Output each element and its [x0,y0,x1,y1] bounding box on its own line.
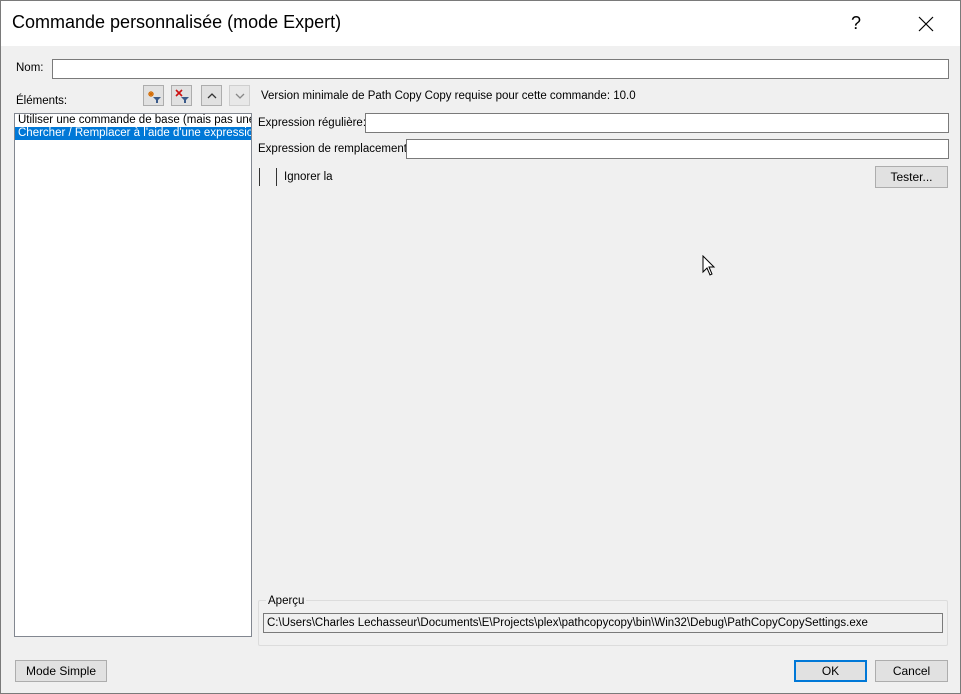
title-bar[interactable]: Commande personnalisée (mode Expert) ? [1,1,960,46]
ignore-case-label: Ignorer la [284,171,333,183]
simple-mode-label: Mode Simple [25,664,97,678]
regex-label: Expression régulière: [258,117,367,129]
move-up-icon [207,92,216,98]
ok-label: OK [821,664,840,678]
help-icon: ? [850,13,861,33]
elements-list[interactable]: Utiliser une commande de base (mais pas … [14,113,252,637]
close-icon [918,16,934,31]
ignore-case-checkbox[interactable] [259,168,277,186]
min-version-text: Version minimale de Path Copy Copy requi… [261,90,636,102]
replacement-input[interactable] [406,139,949,159]
help-button[interactable]: ? [833,1,879,46]
preview-label: Aperçu [266,595,307,607]
preview-field: C:\Users\Charles Lechasseur\Documents\E\… [263,613,943,633]
move-up-button[interactable] [201,85,222,106]
regex-input[interactable] [365,113,949,133]
name-label: Nom: [16,62,44,74]
test-button-label: Tester... [890,170,933,184]
simple-mode-button[interactable]: Mode Simple [15,660,107,682]
mouse-cursor-icon [702,255,716,276]
list-item[interactable]: Utiliser une commande de base (mais pas … [15,114,251,127]
cancel-button[interactable]: Cancel [875,660,948,682]
ok-button[interactable]: OK [794,660,867,682]
test-button[interactable]: Tester... [875,166,948,188]
replacement-label: Expression de remplacement: [258,143,411,155]
move-down-icon [235,93,244,99]
list-item[interactable]: Chercher / Remplacer à l'aide d'une expr… [15,127,251,140]
elements-label: Éléments: [16,95,68,107]
name-input[interactable] [52,59,949,79]
remove-element-button[interactable] [171,85,192,106]
move-down-button[interactable] [229,85,250,106]
remove-element-icon [174,88,189,103]
cancel-label: Cancel [892,664,931,678]
dialog-window: Commande personnalisée (mode Expert) ? N… [0,0,961,694]
add-element-icon [147,90,161,103]
window-title: Commande personnalisée (mode Expert) [12,12,342,32]
add-element-button[interactable] [143,85,164,106]
close-button[interactable] [903,1,949,46]
